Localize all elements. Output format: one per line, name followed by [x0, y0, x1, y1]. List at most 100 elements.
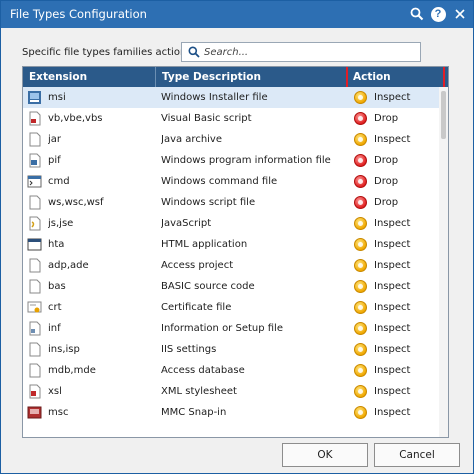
action-cell[interactable]: Drop [374, 108, 434, 129]
type-description-cell: Access project [161, 260, 234, 271]
inspect-action-icon[interactable] [354, 343, 367, 356]
extension-cell: hta [48, 239, 65, 250]
action-cell[interactable]: Inspect [374, 402, 434, 423]
extension-cell: inf [48, 323, 61, 334]
extension-cell: crt [48, 302, 62, 313]
action-cell[interactable]: Inspect [374, 318, 434, 339]
xsl-file-icon [27, 384, 42, 399]
wsf-file-icon [27, 195, 42, 210]
extension-cell: mdb,mde [48, 365, 96, 376]
type-description-cell: Certificate file [161, 302, 232, 313]
type-description-cell: BASIC source code [161, 281, 255, 292]
type-description-cell: Java archive [161, 134, 223, 145]
table-row[interactable]: ins,isp IIS settings Inspect [23, 339, 439, 360]
extension-cell: vb,vbe,vbs [48, 113, 103, 124]
table-body: msi Windows Installer file Inspect vb,vbe,v… [23, 87, 439, 423]
drop-action-icon[interactable] [354, 154, 367, 167]
action-column-highlight [346, 67, 445, 89]
extension-cell: cmd [48, 176, 70, 187]
action-cell[interactable]: Inspect [374, 360, 434, 381]
action-cell[interactable]: Inspect [374, 87, 434, 108]
type-description-cell: Information or Setup file [161, 323, 283, 334]
vbs-file-icon [27, 111, 42, 126]
table-row[interactable]: hta HTML application Inspect [23, 234, 439, 255]
msc-file-icon [27, 405, 42, 420]
drop-action-icon[interactable] [354, 196, 367, 209]
table-row[interactable]: jar Java archive Inspect [23, 129, 439, 150]
action-cell[interactable]: Inspect [374, 213, 434, 234]
table-row[interactable]: ws,wsc,wsf Windows script file Drop [23, 192, 439, 213]
inspect-action-icon[interactable] [354, 91, 367, 104]
action-cell[interactable]: Drop [374, 150, 434, 171]
inspect-action-icon[interactable] [354, 385, 367, 398]
table-row[interactable]: pif Windows program information file Drop [23, 150, 439, 171]
drop-action-icon[interactable] [354, 112, 367, 125]
type-description-cell: Windows script file [161, 197, 256, 208]
inspect-action-icon[interactable] [354, 301, 367, 314]
inspect-action-icon[interactable] [354, 280, 367, 293]
table-row[interactable]: crt Certificate file Inspect [23, 297, 439, 318]
table-row[interactable]: cmd Windows command file Drop [23, 171, 439, 192]
inspect-action-icon[interactable] [354, 322, 367, 335]
type-description-cell: XML stylesheet [161, 386, 237, 397]
action-cell[interactable]: Inspect [374, 381, 434, 402]
inspect-action-icon[interactable] [354, 259, 367, 272]
action-cell[interactable]: Inspect [374, 234, 434, 255]
dialog-content: Specific file types families actions: Ex… [1, 28, 473, 473]
file-types-table: Extension Type Description Action msi Win… [22, 66, 449, 438]
mdb-file-icon [27, 363, 42, 378]
inf-file-icon [27, 321, 42, 336]
vertical-scrollbar[interactable] [439, 87, 448, 437]
table-row[interactable]: xsl XML stylesheet Inspect [23, 381, 439, 402]
search-icon[interactable] [408, 5, 426, 23]
table-row[interactable]: vb,vbe,vbs Visual Basic script Drop [23, 108, 439, 129]
extension-cell: ws,wsc,wsf [48, 197, 104, 208]
help-icon[interactable]: ? [429, 5, 447, 23]
inspect-action-icon[interactable] [354, 133, 367, 146]
column-header-type-description[interactable]: Type Description [156, 67, 347, 87]
action-cell[interactable]: Inspect [374, 129, 434, 150]
cancel-button[interactable]: Cancel [374, 443, 460, 467]
type-description-cell: Windows command file [161, 176, 278, 187]
action-cell[interactable]: Inspect [374, 276, 434, 297]
type-description-cell: Access database [161, 365, 245, 376]
table-row[interactable]: js,jse JavaScript Inspect [23, 213, 439, 234]
ok-button[interactable]: OK [282, 443, 368, 467]
table-row[interactable]: inf Information or Setup file Inspect [23, 318, 439, 339]
action-cell[interactable]: Inspect [374, 297, 434, 318]
table-row[interactable]: bas BASIC source code Inspect [23, 276, 439, 297]
jar-file-icon [27, 132, 42, 147]
title-bar: File Types Configuration ? [1, 1, 473, 28]
search-icon [188, 46, 200, 61]
type-description-cell: Visual Basic script [161, 113, 252, 124]
type-description-cell: JavaScript [161, 218, 212, 229]
search-box[interactable] [181, 42, 421, 62]
inspect-action-icon[interactable] [354, 364, 367, 377]
action-cell[interactable]: Inspect [374, 255, 434, 276]
extension-cell: ins,isp [48, 344, 80, 355]
search-input[interactable] [204, 45, 414, 59]
inspect-action-icon[interactable] [354, 217, 367, 230]
window-title: File Types Configuration [10, 7, 147, 21]
action-cell[interactable]: Drop [374, 192, 434, 213]
table-row[interactable]: mdb,mde Access database Inspect [23, 360, 439, 381]
table-row[interactable]: adp,ade Access project Inspect [23, 255, 439, 276]
drop-action-icon[interactable] [354, 175, 367, 188]
inspect-action-icon[interactable] [354, 238, 367, 251]
action-cell[interactable]: Inspect [374, 339, 434, 360]
close-icon[interactable] [451, 5, 469, 23]
column-header-extension[interactable]: Extension [23, 67, 156, 87]
cmd-file-icon [27, 174, 42, 189]
file-types-dialog: File Types Configuration ? Specific file… [0, 0, 474, 474]
type-description-cell: IIS settings [161, 344, 217, 355]
table-row[interactable]: msi Windows Installer file Inspect [23, 87, 439, 108]
type-description-cell: Windows program information file [161, 155, 331, 166]
dialog-footer: OK Cancel [1, 438, 473, 473]
type-description-cell: HTML application [161, 239, 248, 250]
bas-file-icon [27, 279, 42, 294]
type-description-cell: MMC Snap-in [161, 407, 227, 418]
table-row[interactable]: msc MMC Snap-in Inspect [23, 402, 439, 423]
action-cell[interactable]: Drop [374, 171, 434, 192]
inspect-action-icon[interactable] [354, 406, 367, 419]
scroll-thumb[interactable] [441, 91, 446, 139]
